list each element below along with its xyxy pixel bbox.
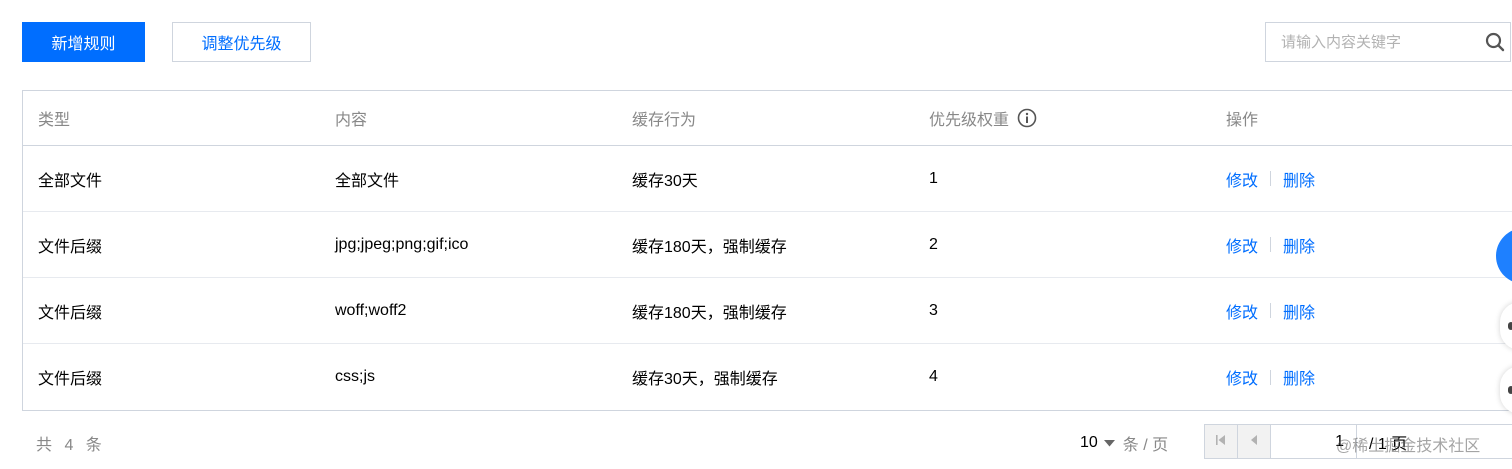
cache-rules-table: 类型 内容 缓存行为 优先级权重 操作 全部文件 全部文件 缓存30天 1 修改… — [22, 90, 1512, 411]
cell-cache-behavior: 缓存180天，强制缓存 — [632, 304, 787, 322]
search-icon[interactable] — [1480, 22, 1510, 62]
page: 新增规则 调整优先级 类型 内容 缓存行为 优先级权重 — [0, 0, 1512, 469]
cell-content: woff;woff2 — [335, 301, 407, 319]
cell-cache-behavior: 缓存180天，强制缓存 — [632, 238, 787, 256]
adjust-priority-button[interactable]: 调整优先级 — [172, 22, 311, 62]
edit-link[interactable]: 修改 — [1226, 299, 1258, 323]
edit-link[interactable]: 修改 — [1226, 365, 1258, 389]
cell-content: 全部文件 — [335, 172, 400, 190]
column-header-cache-behavior: 缓存行为 — [632, 112, 697, 129]
edit-link[interactable]: 修改 — [1226, 167, 1258, 191]
column-header-actions: 操作 — [1226, 112, 1259, 129]
prev-page-icon — [1249, 433, 1259, 451]
table-row: 文件后缀 woff;woff2 缓存180天，强制缓存 3 修改 删除 — [23, 278, 1512, 344]
cell-type: 全部文件 — [38, 172, 103, 190]
column-header-content: 内容 — [335, 112, 368, 129]
cell-actions: 修改 删除 — [1226, 212, 1315, 277]
first-page-button[interactable] — [1205, 425, 1238, 458]
cell-content: jpg;jpeg;png;gif;ico — [335, 235, 469, 253]
column-header-type: 类型 — [38, 112, 71, 129]
cell-actions: 修改 删除 — [1226, 278, 1315, 343]
delete-link[interactable]: 删除 — [1283, 299, 1315, 323]
page-size-select[interactable]: 10 条 / 页 — [1080, 431, 1168, 455]
action-divider — [1270, 171, 1272, 186]
search-input[interactable] — [1266, 23, 1480, 61]
cell-cache-behavior: 缓存30天 — [632, 172, 698, 190]
column-header-priority-label: 优先级权重 — [929, 112, 1010, 129]
delete-link[interactable]: 删除 — [1283, 233, 1315, 257]
cell-priority: 3 — [929, 301, 938, 319]
cell-priority: 4 — [929, 368, 938, 385]
cell-cache-behavior: 缓存30天，强制缓存 — [632, 371, 778, 388]
action-divider — [1270, 369, 1272, 385]
add-rule-button[interactable]: 新增规则 — [22, 22, 145, 62]
cell-actions: 修改 删除 — [1226, 344, 1315, 410]
column-header-priority: 优先级权重 — [929, 91, 1037, 145]
caret-down-icon — [1103, 439, 1115, 447]
prev-page-button[interactable] — [1238, 425, 1271, 458]
table-header: 类型 内容 缓存行为 优先级权重 操作 — [23, 91, 1512, 146]
table-row: 文件后缀 css;js 缓存30天，强制缓存 4 修改 删除 — [23, 344, 1512, 410]
page-size-unit: 条 / 页 — [1122, 437, 1169, 454]
table-row: 全部文件 全部文件 缓存30天 1 修改 删除 — [23, 146, 1512, 212]
action-divider — [1270, 303, 1272, 318]
first-page-icon — [1215, 433, 1227, 451]
delete-link[interactable]: 删除 — [1283, 167, 1315, 191]
edit-link[interactable]: 修改 — [1226, 233, 1258, 257]
watermark: @稀土掘金技术社区 — [1336, 438, 1481, 455]
delete-link[interactable]: 删除 — [1283, 365, 1315, 389]
table-row: 文件后缀 jpg;jpeg;png;gif;ico 缓存180天，强制缓存 2 … — [23, 212, 1512, 278]
total-count: 共 4 条 — [36, 437, 106, 454]
cell-priority: 1 — [929, 169, 938, 187]
cell-type: 文件后缀 — [38, 371, 103, 388]
search-box — [1265, 22, 1511, 62]
page-size-value: 10 — [1080, 434, 1098, 451]
cell-priority: 2 — [929, 235, 938, 253]
cell-content: css;js — [335, 368, 375, 385]
info-icon[interactable] — [1017, 108, 1037, 128]
cell-type: 文件后缀 — [38, 304, 103, 322]
action-divider — [1270, 237, 1272, 252]
cell-type: 文件后缀 — [38, 238, 103, 256]
cell-actions: 修改 删除 — [1226, 146, 1315, 211]
